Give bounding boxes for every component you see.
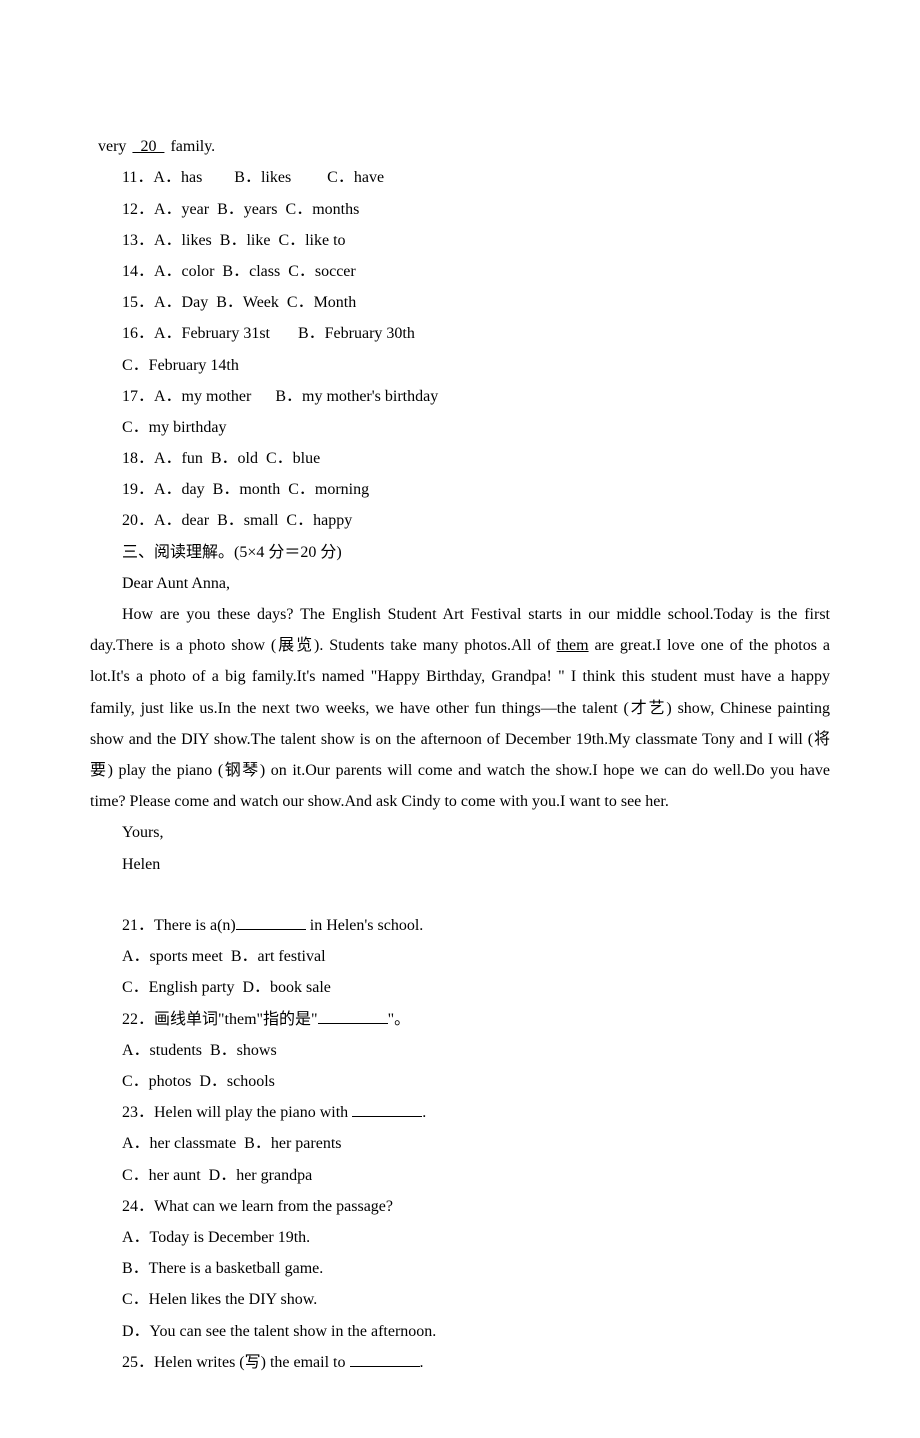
blank-20: 20 — [130, 138, 166, 155]
reading-question-stem: 25．Helen writes (写) the e­mail to . — [90, 1347, 830, 1378]
stem-post: . — [420, 1354, 424, 1371]
stem-post: . — [422, 1104, 426, 1121]
letter-greeting: Dear Aunt Anna, — [90, 568, 830, 599]
reading-option-line: C．her aunt D．her grandpa — [90, 1160, 830, 1191]
letter-p1-post: are great.I love one of the photos a lot… — [90, 637, 830, 810]
answer-blank[interactable] — [236, 915, 306, 930]
stem-pre: 23．Helen will play the piano with — [122, 1104, 352, 1121]
stem-pre: 22．画线单词"them"指的是" — [122, 1011, 318, 1028]
reading-option-line: A．sports meet B．art festival — [90, 941, 830, 972]
spacer — [90, 880, 830, 910]
stem-post: "。 — [388, 1011, 411, 1028]
cloze-option-row: 11．A．has B．likes C．have — [90, 162, 830, 193]
stem-pre: 24．What can we learn from the passage? — [122, 1198, 393, 1215]
cloze-option-row: 19．A．day B．month C．morning — [90, 474, 830, 505]
reading-question-stem: 24．What can we learn from the passage? — [90, 1191, 830, 1222]
letter-p1-underline: them — [557, 637, 589, 654]
cloze-option-row: 17．A．my mother B．my mother's birthday — [90, 381, 830, 412]
reading-option-line: C．English party D．book sale — [90, 972, 830, 1003]
reading-option-line: B．There is a basketball game. — [90, 1253, 830, 1284]
cloze-options-block: 11．A．has B．likes C．have12．A．year B．years… — [90, 162, 830, 536]
letter-closing-name: Helen — [90, 849, 830, 880]
cloze-option-row: 14．A．color B．class C．soccer — [90, 256, 830, 287]
cloze-option-row: C．February 14th — [90, 350, 830, 381]
letter-closing-yours: Yours, — [90, 817, 830, 848]
cloze-option-row: 15．A．Day B．Week C．Month — [90, 287, 830, 318]
reading-option-line: A．Today is December 19th. — [90, 1222, 830, 1253]
answer-blank[interactable] — [352, 1102, 422, 1117]
reading-question-stem: 23．Helen will play the piano with . — [90, 1097, 830, 1128]
cloze-option-row: C．my birthday — [90, 412, 830, 443]
cloze-fragment-line: very 20 family. — [90, 100, 830, 162]
reading-option-line: D．You can see the talent show in the aft… — [90, 1316, 830, 1347]
cloze-option-row: 16．A．February 31st B．February 30th — [90, 318, 830, 349]
stem-pre: 21．There is a(n) — [122, 917, 236, 934]
reading-questions-block: 21．There is a(n) in Helen's school.A．spo… — [90, 910, 830, 1378]
section3-heading: 三、阅读理解。(5×4 分＝20 分) — [90, 537, 830, 568]
stem-post: in Helen's school. — [306, 917, 424, 934]
letter-body: How are you these days? The English Stud… — [90, 599, 830, 817]
cloze-option-row: 12．A．year B．years C．months — [90, 194, 830, 225]
reading-question-stem: 22．画线单词"them"指的是" "。 — [90, 1004, 830, 1035]
cloze-option-row: 13．A．likes B．like C．like to — [90, 225, 830, 256]
stem-pre: 25．Helen writes (写) the e­mail to — [122, 1354, 350, 1371]
reading-question-stem: 21．There is a(n) in Helen's school. — [90, 910, 830, 941]
reading-option-line: A．her classmate B．her parents — [90, 1128, 830, 1159]
frag-post: family. — [166, 138, 215, 155]
reading-option-line: A．students B．shows — [90, 1035, 830, 1066]
cloze-option-row: 18．A．fun B．old C．blue — [90, 443, 830, 474]
answer-blank[interactable] — [318, 1008, 388, 1023]
reading-option-line: C．Helen likes the DIY show. — [90, 1284, 830, 1315]
answer-blank[interactable] — [350, 1351, 420, 1366]
cloze-option-row: 20．A．dear B．small C．happy — [90, 505, 830, 536]
frag-pre: very — [98, 138, 130, 155]
reading-option-line: C．photos D．schools — [90, 1066, 830, 1097]
